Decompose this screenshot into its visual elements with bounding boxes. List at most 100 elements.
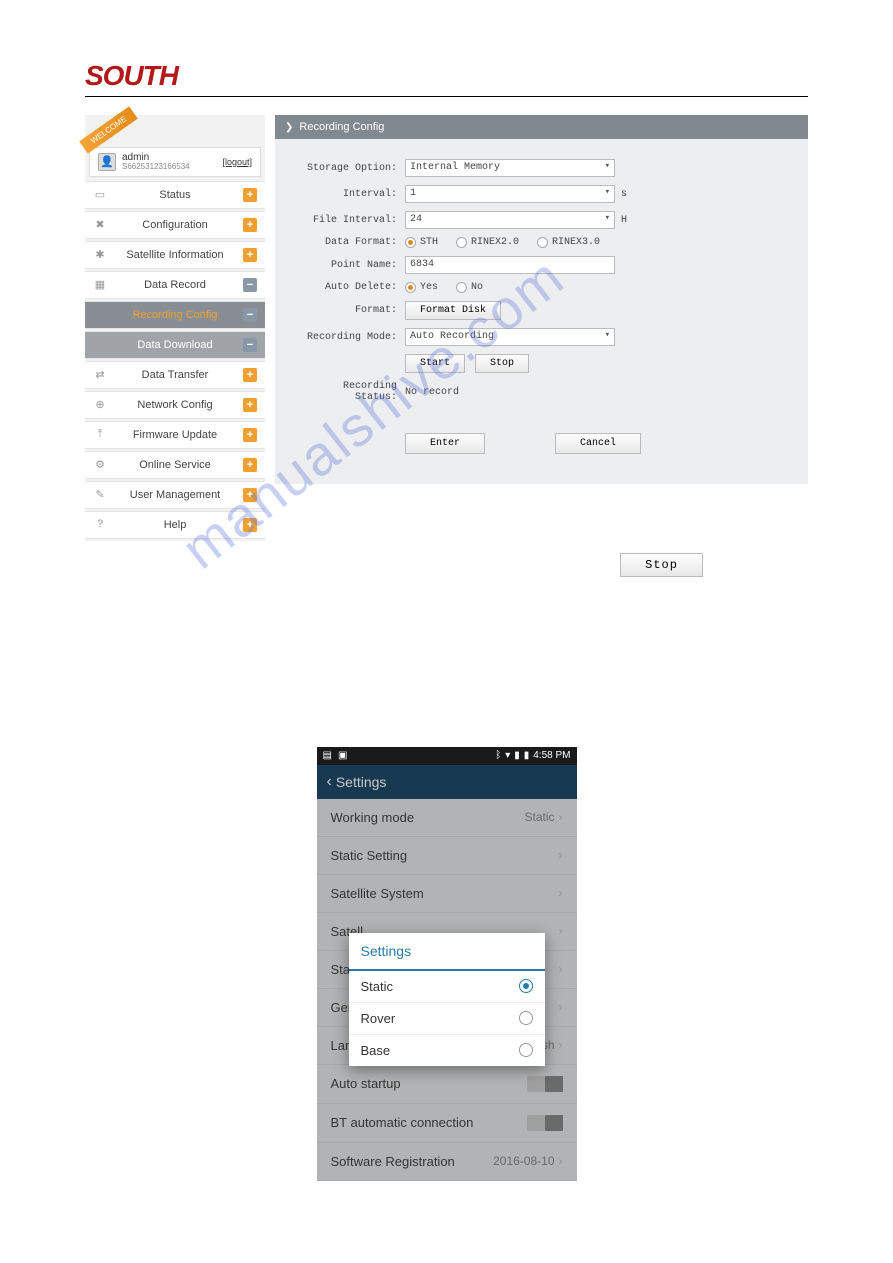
file-interval-unit: H <box>621 215 627 226</box>
notif-icon: ▣ <box>338 750 347 761</box>
chevron-right-icon: › <box>559 1038 563 1052</box>
sidebar-item-help[interactable]: ? Help + <box>85 511 265 539</box>
stop-button[interactable]: Stop <box>475 354 529 373</box>
expand-icon: + <box>243 458 257 472</box>
radio-icon <box>405 282 416 293</box>
auto-delete-yes-radio[interactable]: Yes <box>405 282 438 293</box>
storage-option-select[interactable]: Internal Memory <box>405 159 615 177</box>
sidebar-item-configuration[interactable]: ✖ Configuration + <box>85 211 265 239</box>
file-interval-label: File Interval: <box>295 215 405 226</box>
chevron-right-icon: › <box>559 810 563 824</box>
recording-mode-select[interactable]: Auto Recording <box>405 328 615 346</box>
sidebar-item-label: Satellite Information <box>107 249 243 261</box>
cancel-button[interactable]: Cancel <box>555 433 641 454</box>
interval-label: Interval: <box>295 189 405 200</box>
auto-delete-label: Auto Delete: <box>295 282 405 293</box>
panel-header: ❯ Recording Config <box>275 115 808 139</box>
recording-mode-label: Recording Mode: <box>295 332 405 343</box>
phone-row-working-mode[interactable]: Working mode Static› <box>317 799 577 837</box>
tools-icon: ✖ <box>93 218 107 232</box>
radio-icon <box>405 237 416 248</box>
phone-row-software-reg[interactable]: Software Registration 2016-08-10› <box>317 1143 577 1181</box>
auto-delete-no-radio[interactable]: No <box>456 282 483 293</box>
phone-row-static-setting[interactable]: Static Setting › <box>317 837 577 875</box>
expand-icon: + <box>243 248 257 262</box>
file-interval-select[interactable]: 24 <box>405 211 615 229</box>
chevron-right-icon: › <box>559 1154 563 1168</box>
calendar-icon: ▦ <box>93 278 107 292</box>
dialog-option-base[interactable]: Base <box>349 1035 545 1066</box>
data-format-sth-radio[interactable]: STH <box>405 237 438 248</box>
globe-icon: ⊕ <box>93 398 107 412</box>
collapse-icon: − <box>243 338 257 352</box>
panel-title: Recording Config <box>299 121 384 133</box>
recording-status-value: No record <box>405 387 459 398</box>
standalone-stop-button[interactable]: Stop <box>620 553 703 577</box>
dialog-option-rover[interactable]: Rover <box>349 1003 545 1035</box>
sidebar-item-satellite[interactable]: ✱ Satellite Information + <box>85 241 265 269</box>
satellite-icon: ✱ <box>93 248 107 262</box>
collapse-icon: − <box>243 278 257 292</box>
monitor-icon: ▭ <box>93 188 107 202</box>
sidebar-item-label: Help <box>107 519 243 531</box>
edit-icon: ✎ <box>93 488 107 502</box>
help-icon: ? <box>93 518 107 532</box>
radio-icon <box>519 979 533 993</box>
sidebar-item-label: Data Download <box>107 339 243 351</box>
interval-unit: s <box>621 189 627 200</box>
phone-row-bt-auto[interactable]: BT automatic connection <box>317 1104 577 1143</box>
phone-time: 4:58 PM <box>533 750 570 761</box>
radio-icon <box>456 237 467 248</box>
collapse-icon: − <box>243 308 257 322</box>
toggle-switch[interactable] <box>527 1076 563 1092</box>
data-format-rinex2-radio[interactable]: RINEX2.0 <box>456 237 519 248</box>
phone-screenshot: ▤ ▣ ᛒ ▾ ▮ ▮ 4:58 PM ‹ Settings Working m… <box>317 747 577 1181</box>
start-button[interactable]: Start <box>405 354 465 373</box>
sidebar-item-status[interactable]: ▭ Status + <box>85 181 265 209</box>
sidebar-item-label: Firmware Update <box>107 429 243 441</box>
enter-button[interactable]: Enter <box>405 433 485 454</box>
chevron-right-icon: › <box>559 886 563 900</box>
chevron-right-icon: › <box>559 848 563 862</box>
expand-icon: + <box>243 218 257 232</box>
chevron-right-icon: › <box>559 1000 563 1014</box>
phone-row-satellite-system[interactable]: Satellite System › <box>317 875 577 913</box>
dialog-option-static[interactable]: Static <box>349 971 545 1003</box>
avatar-icon: 👤 <box>98 153 116 171</box>
radio-icon <box>537 237 548 248</box>
sidebar-item-data-record[interactable]: ▦ Data Record − <box>85 271 265 299</box>
radio-icon <box>456 282 467 293</box>
expand-icon: + <box>243 428 257 442</box>
sidebar-item-label: Online Service <box>107 459 243 471</box>
sidebar-item-network-config[interactable]: ⊕ Network Config + <box>85 391 265 419</box>
sidebar-item-data-download[interactable]: Data Download − <box>85 331 265 359</box>
data-format-rinex3-radio[interactable]: RINEX3.0 <box>537 237 600 248</box>
chevron-right-icon: ❯ <box>285 122 293 133</box>
logout-link[interactable]: [logout] <box>222 157 252 167</box>
toggle-switch[interactable] <box>527 1115 563 1131</box>
interval-select[interactable]: 1 <box>405 185 615 203</box>
sidebar-item-data-transfer[interactable]: ⇄ Data Transfer + <box>85 361 265 389</box>
sidebar-item-recording-config[interactable]: Recording Config − <box>85 301 265 329</box>
expand-icon: + <box>243 368 257 382</box>
recording-status-label: Recording Status: <box>295 381 405 403</box>
storage-option-label: Storage Option: <box>295 163 405 174</box>
sidebar-item-label: Network Config <box>107 399 243 411</box>
user-box: 👤 admin S66253123166534 [logout] <box>89 147 261 177</box>
data-format-label: Data Format: <box>295 237 405 248</box>
sidebar-item-firmware-update[interactable]: ⤒ Firmware Update + <box>85 421 265 449</box>
sidebar-item-user-management[interactable]: ✎ User Management + <box>85 481 265 509</box>
sidebar-item-online-service[interactable]: ⚙ Online Service + <box>85 451 265 479</box>
point-name-label: Point Name: <box>295 260 405 271</box>
sidebar-item-label: Data Record <box>107 279 243 291</box>
phone-status-bar: ▤ ▣ ᛒ ▾ ▮ ▮ 4:58 PM <box>317 747 577 765</box>
phone-row-auto-startup[interactable]: Auto startup <box>317 1065 577 1104</box>
battery-icon: ▮ <box>524 750 530 761</box>
dialog-title: Settings <box>349 933 545 971</box>
sidebar: WELCOME 👤 admin S66253123166534 [logout]… <box>85 115 265 541</box>
sidebar-item-label: Data Transfer <box>107 369 243 381</box>
point-name-input[interactable]: 6834 <box>405 256 615 274</box>
user-id: S66253123166534 <box>122 163 216 172</box>
format-disk-button[interactable]: Format Disk <box>405 301 501 320</box>
phone-header[interactable]: ‹ Settings <box>317 765 577 799</box>
